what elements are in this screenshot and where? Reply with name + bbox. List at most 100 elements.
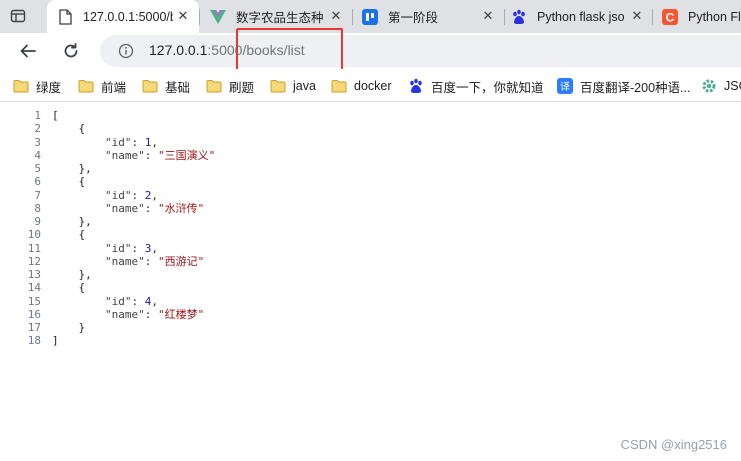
line-number: 9 [34, 215, 41, 228]
line-number: 16 [27, 307, 41, 321]
tab-title: 数字农品生态种 [236, 11, 324, 25]
json-key: "id" [104, 188, 132, 202]
tab-stage-one[interactable]: 第一阶段 ✕ [352, 0, 504, 33]
json-line: "id": 3, [52, 242, 215, 255]
bookmark-folder-basics[interactable]: 基础 [142, 77, 190, 95]
line-number: 18 [27, 334, 41, 348]
folder-icon [142, 78, 158, 94]
csdn-c-icon: C [662, 8, 678, 25]
json-colon: : [144, 307, 158, 321]
tab-strip: 127.0.0.1:5000/b ✕ 数字农品生态种 ✕ 第一阶段 ✕ Pyth… [0, 0, 741, 33]
json-line: "id": 2, [52, 189, 215, 202]
json-line: ] [52, 334, 59, 348]
browser-toolbar: 127.0.0.1:5000/books/list [0, 33, 741, 69]
back-button[interactable] [14, 37, 42, 65]
tab-books-list[interactable]: 127.0.0.1:5000/b ✕ [47, 0, 199, 33]
bookmark-label: 刷题 [229, 80, 255, 95]
bookmark-label: 绿度 [36, 80, 62, 95]
bookmark-json[interactable]: JSO [701, 77, 741, 95]
json-line: "name": "三国演义" [52, 149, 215, 162]
line-number: 2 [34, 122, 41, 136]
line-number: 6 [34, 175, 41, 189]
json-viewer: 1[2 {3 "id": 1, 4 "name": "三国演义" 5 }, 6 {7 … [0, 102, 741, 461]
folder-icon [13, 78, 29, 94]
json-comma: , [151, 294, 158, 308]
json-line: [ [52, 109, 59, 122]
tab-flask-json[interactable]: Python flask jso ✕ [501, 0, 653, 33]
json-code-block: 1[2 {3 "id": 1, 4 "name": "三国演义" 5 }, 6 {7 … [0, 109, 215, 348]
line-number: 12 [27, 254, 41, 268]
csdn-watermark: CSDN @xing2516 [620, 437, 727, 452]
close-icon[interactable]: ✕ [478, 9, 498, 24]
arrow-left-icon [20, 44, 36, 58]
reload-icon [64, 43, 78, 58]
json-key: "id" [104, 294, 132, 308]
json-colon: : [131, 135, 145, 149]
url-host: 127.0.0.1 [149, 42, 208, 58]
json-comma: , [151, 241, 158, 255]
json-string-value: "红楼梦" [157, 307, 205, 321]
line-number: 11 [27, 241, 41, 255]
svg-text:译: 译 [560, 81, 570, 93]
bookmark-baidu[interactable]: 百度一下，你就知道 [408, 77, 544, 95]
bookmark-folder-frontend[interactable]: 前端 [78, 77, 126, 95]
bookmark-label: docker [354, 79, 392, 93]
json-key: "name" [104, 254, 145, 268]
bookmark-folder-java[interactable]: java [270, 77, 316, 95]
close-icon[interactable]: ✕ [173, 9, 193, 24]
json-key: "name" [104, 148, 145, 162]
line-number: 13 [27, 268, 41, 281]
close-icon[interactable]: ✕ [326, 9, 346, 24]
json-comma: , [151, 135, 158, 149]
info-icon[interactable] [118, 43, 134, 59]
line-number: 17 [27, 321, 41, 334]
address-bar[interactable]: 127.0.0.1:5000/books/list [100, 35, 741, 67]
tab-title: 127.0.0.1:5000/b [83, 9, 173, 24]
line-number: 8 [34, 201, 41, 215]
page-icon [57, 8, 73, 25]
svg-text:C: C [666, 10, 675, 24]
json-colon: : [131, 294, 145, 308]
folder-icon [206, 78, 222, 94]
line-number: 14 [27, 281, 41, 295]
json-line: { [52, 281, 86, 295]
blue-app-icon [362, 8, 378, 25]
bookmark-folder-lvdu[interactable]: 绿度 [13, 77, 61, 95]
bookmark-folder-docker[interactable]: docker [331, 77, 392, 95]
json-line: "name": "红楼梦" [52, 308, 215, 321]
reload-button[interactable] [57, 37, 85, 65]
json-line: "name": "水浒传" [52, 202, 215, 215]
baidu-paw-icon [408, 78, 424, 94]
bookmark-label: JSO [724, 79, 741, 93]
tab-python-flask[interactable]: C Python Fla [652, 0, 741, 33]
tab-title: Python Fla [688, 9, 741, 24]
bookmark-folder-leetcode[interactable]: 刷题 [206, 77, 254, 95]
line-number: 15 [27, 294, 41, 308]
json-key: "name" [104, 307, 145, 321]
json-line: }, [52, 215, 92, 228]
tab-search-icon[interactable] [10, 8, 26, 24]
bookmark-label: 前端 [101, 80, 127, 95]
bookmark-label: 基础 [165, 80, 191, 95]
close-icon[interactable]: ✕ [627, 9, 647, 24]
bookmark-label: 百度一下，你就知道 [431, 80, 544, 95]
json-line: }, [52, 162, 92, 175]
vue-logo-icon [210, 9, 226, 25]
tab-title: 第一阶段 [388, 11, 439, 25]
bookmark-baidu-translate[interactable]: 译 百度翻译-200种语... [557, 77, 690, 95]
folder-icon [270, 78, 286, 94]
bookmark-label: java [293, 79, 316, 93]
folder-icon [78, 78, 94, 94]
json-key: "id" [104, 241, 132, 255]
line-number: 1 [34, 109, 41, 122]
line-number: 3 [34, 135, 41, 149]
json-line: "id": 1, [52, 136, 215, 149]
